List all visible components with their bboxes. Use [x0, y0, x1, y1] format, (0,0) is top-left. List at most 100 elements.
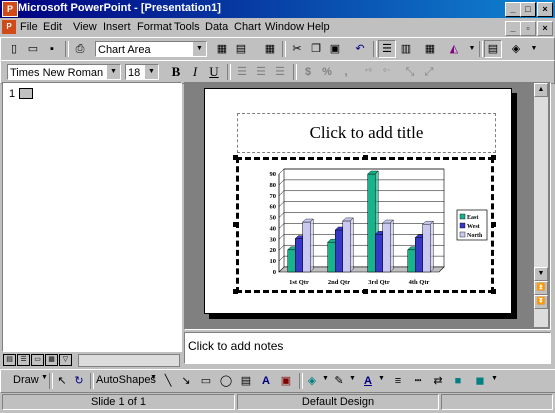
- paste-icon[interactable]: ▣: [326, 40, 344, 58]
- menu-data[interactable]: Data: [205, 21, 228, 33]
- free-rotate-icon[interactable]: ↻: [70, 372, 88, 390]
- new-icon[interactable]: ▯: [5, 40, 23, 58]
- arrow-style-icon[interactable]: ⇄: [429, 372, 447, 390]
- slide-icon[interactable]: [19, 88, 33, 99]
- select-objects-icon[interactable]: ↖: [53, 372, 71, 390]
- resize-handle[interactable]: [363, 155, 368, 160]
- resize-handle[interactable]: [233, 289, 238, 294]
- wordart-icon[interactable]: A: [257, 372, 275, 390]
- clip-art-icon[interactable]: ▣: [277, 372, 295, 390]
- powerpoint-app-icon[interactable]: P: [2, 1, 18, 17]
- scroll-down-button[interactable]: ▼: [534, 267, 548, 281]
- outline-view-icon[interactable]: ☰: [17, 354, 30, 366]
- resize-handle[interactable]: [491, 155, 496, 160]
- doc-minimize-button[interactable]: _: [505, 21, 521, 36]
- comma-style-icon[interactable]: ,: [337, 63, 355, 81]
- data-table-icon[interactable]: ▦: [421, 40, 439, 58]
- notes-placeholder[interactable]: Click to add notes: [188, 339, 283, 353]
- align-right-icon[interactable]: ☰: [271, 63, 289, 81]
- align-left-icon[interactable]: ☰: [233, 63, 251, 81]
- menu-file[interactable]: File: [20, 21, 38, 33]
- underline-button[interactable]: U: [205, 63, 223, 81]
- menu-help[interactable]: Help: [307, 21, 330, 33]
- maximize-button[interactable]: □: [520, 2, 536, 17]
- open-icon[interactable]: ▭: [24, 40, 42, 58]
- menu-tools[interactable]: Tools: [174, 21, 200, 33]
- import-file-icon[interactable]: ▤: [232, 40, 250, 58]
- 3d-icon[interactable]: ◼: [471, 372, 489, 390]
- close-button[interactable]: ×: [537, 2, 553, 17]
- line-style-icon[interactable]: ≡: [389, 372, 407, 390]
- percent-style-icon[interactable]: %: [318, 63, 336, 81]
- resize-handle[interactable]: [233, 222, 238, 227]
- format-object-icon[interactable]: ▦: [213, 40, 231, 58]
- title-placeholder[interactable]: Click to add title: [237, 113, 496, 153]
- menu-format[interactable]: Format: [137, 21, 172, 33]
- chevron-down-icon[interactable]: ▼: [349, 375, 356, 382]
- chevron-down-icon[interactable]: ▼: [144, 65, 158, 79]
- chart-object-frame[interactable]: 0 10 20 30 40 50 60 70 80 90 1st Qtr 2nd Qtr 3rd Qtr…: [236, 157, 494, 293]
- increase-decimal-icon[interactable]: ⁺⁰: [359, 63, 377, 81]
- minimize-button[interactable]: _: [505, 2, 521, 17]
- fill-color-icon[interactable]: ◈: [303, 372, 321, 390]
- chevron-down-icon[interactable]: ▼: [192, 42, 206, 56]
- resize-handle[interactable]: [363, 289, 368, 294]
- chart-type-icon[interactable]: ◭: [445, 40, 463, 58]
- next-slide-button[interactable]: ⏬: [534, 295, 548, 309]
- line-icon[interactable]: ╲: [159, 372, 177, 390]
- resize-handle[interactable]: [491, 289, 496, 294]
- text-box-icon[interactable]: ▤: [237, 372, 255, 390]
- font-size-combo[interactable]: 18 ▼: [125, 64, 159, 80]
- decrease-decimal-icon[interactable]: ⁰⁻: [378, 63, 396, 81]
- bar-chart[interactable]: 0 10 20 30 40 50 60 70 80 90 1st Qtr 2nd Qtr 3rd Qtr…: [239, 160, 491, 290]
- fill-color-dropdown-icon[interactable]: ▼: [525, 40, 543, 58]
- by-row-icon[interactable]: ☰: [378, 40, 396, 58]
- slide-show-icon[interactable]: ▽: [59, 354, 72, 366]
- by-column-icon[interactable]: ▥: [397, 40, 415, 58]
- normal-view-icon[interactable]: ▤: [3, 354, 16, 366]
- shadow-icon[interactable]: ■: [449, 372, 467, 390]
- undo-icon[interactable]: ↶: [351, 40, 369, 58]
- horizontal-scrollbar[interactable]: [78, 354, 180, 367]
- chart-objects-combo[interactable]: Chart Area ▼: [95, 41, 207, 57]
- arrow-icon[interactable]: ↘: [177, 372, 195, 390]
- menu-insert[interactable]: Insert: [103, 21, 131, 33]
- dash-style-icon[interactable]: ┅: [409, 372, 427, 390]
- bold-button[interactable]: B: [167, 63, 185, 81]
- chevron-down-icon[interactable]: ▼: [106, 65, 120, 79]
- chevron-down-icon[interactable]: ▼: [150, 374, 157, 381]
- currency-style-icon[interactable]: $: [299, 63, 317, 81]
- legend-icon[interactable]: ▤: [484, 40, 502, 58]
- document-icon[interactable]: P: [2, 20, 16, 34]
- outline-pane[interactable]: 1: [2, 82, 182, 352]
- font-color-icon[interactable]: A: [359, 372, 377, 390]
- menu-edit[interactable]: Edit: [43, 21, 62, 33]
- font-name-combo[interactable]: Times New Roman ▼: [7, 64, 121, 80]
- italic-button[interactable]: I: [186, 63, 204, 81]
- doc-restore-button[interactable]: ▫: [520, 21, 536, 36]
- chevron-down-icon[interactable]: ▼: [41, 374, 48, 381]
- slide-view-icon[interactable]: ▭: [31, 354, 44, 366]
- doc-close-button[interactable]: ×: [537, 21, 553, 36]
- chevron-down-icon[interactable]: ▼: [491, 375, 498, 382]
- save-icon[interactable]: ▪: [43, 40, 61, 58]
- cut-icon[interactable]: ✂: [288, 40, 306, 58]
- menu-view[interactable]: View: [73, 21, 97, 33]
- slide-sorter-icon[interactable]: ▦: [45, 354, 58, 366]
- chevron-down-icon[interactable]: ▼: [378, 375, 385, 382]
- angle-text-down-icon[interactable]: ⤡: [401, 63, 419, 81]
- copy-icon[interactable]: ❐: [307, 40, 325, 58]
- draw-menu-button[interactable]: Draw: [13, 374, 39, 386]
- previous-slide-button[interactable]: ⏫: [534, 281, 548, 295]
- chevron-down-icon[interactable]: ▼: [322, 375, 329, 382]
- rectangle-icon[interactable]: ▭: [197, 372, 215, 390]
- line-color-icon[interactable]: ✎: [330, 372, 348, 390]
- angle-text-up-icon[interactable]: ⤢: [420, 63, 438, 81]
- print-icon[interactable]: ⎙: [71, 40, 89, 58]
- align-center-icon[interactable]: ☰: [252, 63, 270, 81]
- scroll-up-button[interactable]: ▲: [534, 83, 548, 97]
- menu-chart[interactable]: Chart: [234, 21, 261, 33]
- autoshapes-menu-button[interactable]: AutoShapes: [96, 374, 156, 386]
- slide[interactable]: Click to add title 0 10 20 30 40 50 60 70 80 90 1s…: [204, 88, 512, 314]
- oval-icon[interactable]: ◯: [217, 372, 235, 390]
